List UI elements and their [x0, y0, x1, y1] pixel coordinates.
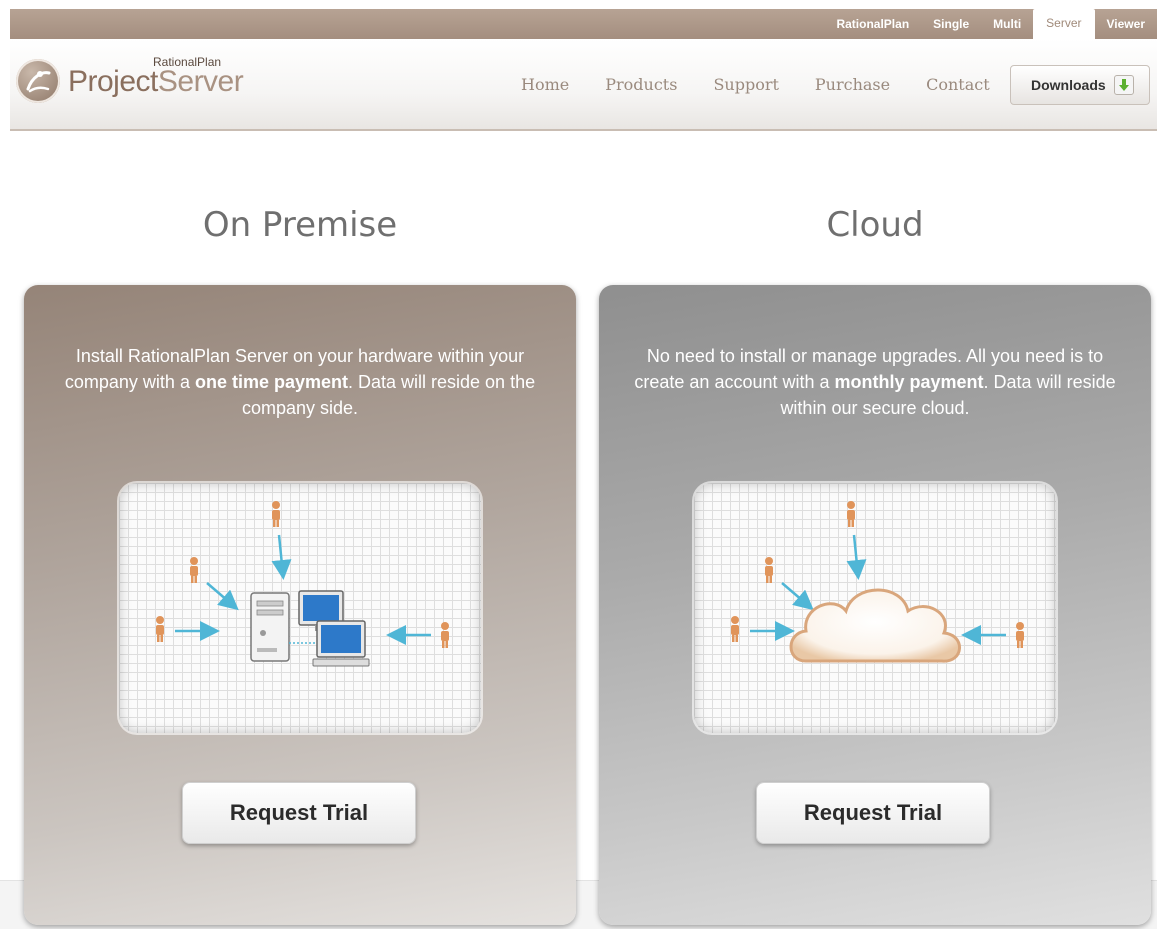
logo-wordmark-part1: Project: [68, 65, 158, 98]
computer-icon: [312, 620, 370, 667]
cloud-heading: Cloud: [826, 205, 924, 245]
person-icon: [441, 622, 449, 648]
nav-support[interactable]: Support: [713, 75, 778, 94]
request-trial-button-on-premise[interactable]: Request Trial: [182, 782, 416, 844]
product-link-multi[interactable]: Multi: [981, 9, 1033, 39]
cloud-panel: No need to install or manage upgrades. A…: [599, 285, 1151, 925]
downloads-label: Downloads: [1031, 77, 1106, 93]
person-icon: [847, 501, 855, 527]
logo-wordmark-part2: Server: [157, 65, 244, 98]
logo-mark-icon: [16, 59, 60, 103]
nav-products[interactable]: Products: [605, 75, 677, 94]
main-nav: Home Products Support Purchase Contact: [521, 75, 1026, 94]
on-premise-diagram: [119, 483, 481, 733]
cloud-illustration: [731, 501, 1024, 663]
site-header: RationalPlan ProjectServer Home Products…: [10, 39, 1157, 131]
product-link-single[interactable]: Single: [921, 9, 981, 39]
person-icon: [190, 557, 198, 583]
logo-wordmark: ProjectServer: [68, 65, 244, 99]
project-server-logo[interactable]: RationalPlan ProjectServer: [16, 55, 276, 105]
person-icon: [765, 557, 773, 583]
on-premise-desc-bold: one time payment: [194, 372, 348, 392]
product-link-server[interactable]: Server: [1033, 9, 1095, 41]
person-icon: [156, 616, 164, 642]
downloads-button[interactable]: Downloads: [1010, 65, 1150, 105]
person-icon: [731, 616, 739, 642]
request-trial-button-cloud[interactable]: Request Trial: [756, 782, 990, 844]
person-icon: [1016, 622, 1024, 648]
cloud-diagram: [694, 483, 1056, 733]
on-premise-heading: On Premise: [202, 205, 398, 245]
server-icon: [250, 592, 290, 662]
on-premise-description: Install RationalPlan Server on your hard…: [54, 343, 546, 421]
product-switcher-links: RationalPlan Single Multi Server Viewer: [824, 9, 1157, 41]
nav-purchase[interactable]: Purchase: [815, 75, 890, 94]
person-icon: [272, 501, 280, 527]
cloud-icon: [789, 588, 961, 663]
nav-contact[interactable]: Contact: [926, 75, 990, 94]
download-arrow-icon: [1113, 75, 1134, 95]
on-premise-panel: Install RationalPlan Server on your hard…: [24, 285, 576, 925]
nav-home[interactable]: Home: [521, 75, 569, 94]
cloud-description: No need to install or manage upgrades. A…: [629, 343, 1121, 421]
on-premise-illustration: [156, 501, 449, 667]
cloud-desc-bold: monthly payment: [834, 372, 984, 392]
product-switcher-bar: RationalPlan Single Multi Server Viewer: [10, 9, 1157, 41]
product-link-viewer[interactable]: Viewer: [1095, 9, 1157, 39]
product-link-rationalplan[interactable]: RationalPlan: [824, 9, 921, 39]
